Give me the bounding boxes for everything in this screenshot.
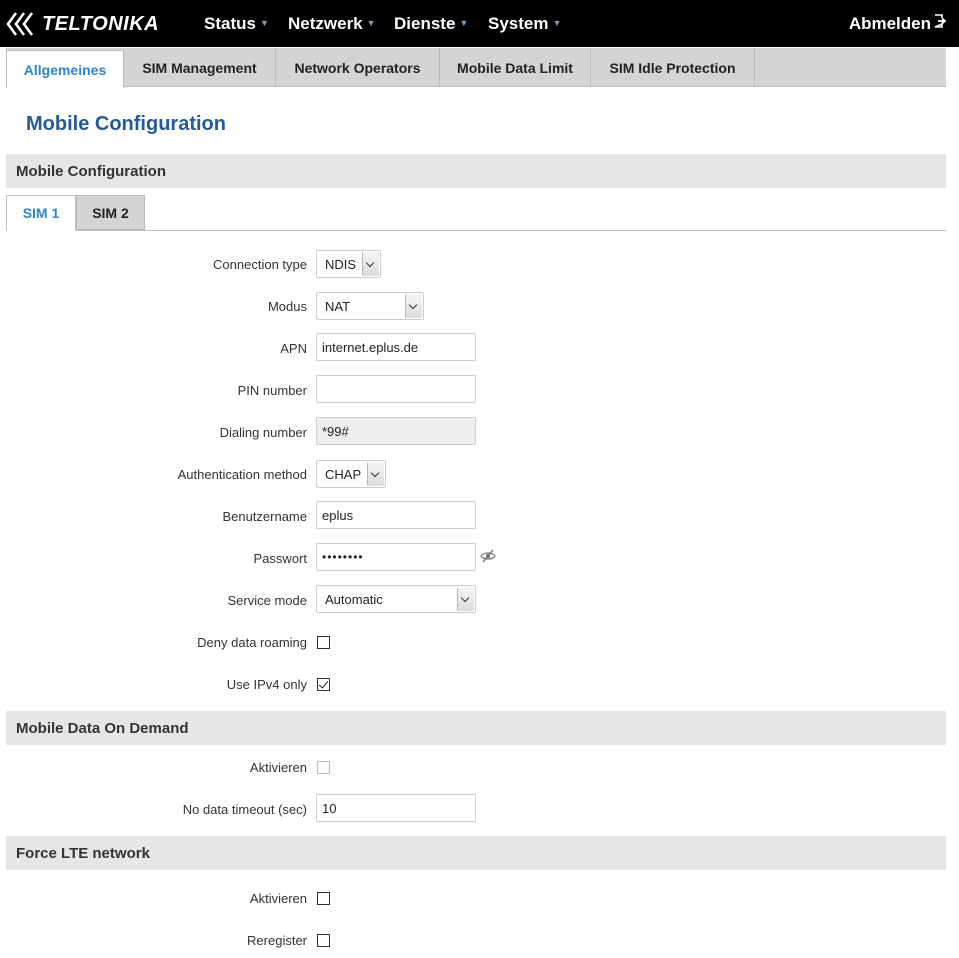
no-data-timeout-label: No data timeout (sec) [182,802,307,817]
auth-method-label: Authentication method [177,467,307,482]
tab-sim1[interactable]: SIM 1 [6,195,76,231]
caret-down-icon: ▼ [552,17,562,28]
sim-tabs: SIM 1 SIM 2 [6,195,946,231]
nav-system-label: System [488,13,549,33]
connection-type-value: NDIS [325,256,357,272]
nav-item-system[interactable]: System ▼ [488,0,561,47]
main-tabs: Allgemeines SIM Management Network Opera… [6,48,946,88]
pin-label: PIN number [237,383,307,398]
force-lte-enable-label: Aktivieren [249,891,307,906]
caret-down-icon: ▼ [459,17,469,28]
no-data-timeout-input[interactable]: 10 [316,794,476,822]
caret-down-icon: ▼ [259,17,269,28]
tab-sim2[interactable]: SIM 2 [76,195,145,230]
password-label: Passwort [253,551,307,566]
ipv4-only-label: Use IPv4 only [226,677,307,692]
nav-item-dienste[interactable]: Dienste ▼ [394,0,468,47]
brand-name: TELTONIKA [42,12,160,35]
logout-label: Abmelden [848,13,931,33]
eye-slash-icon[interactable] [480,548,496,564]
page-title: Mobile Configuration [26,113,226,135]
force-lte-enable-checkbox[interactable] [317,892,330,905]
on-demand-enable-checkbox[interactable] [317,761,330,774]
section-header-data-on-demand: Mobile Data On Demand [6,711,946,745]
section-header-mobile-config: Mobile Configuration [6,154,946,188]
chevron-down-icon [367,462,384,486]
nav-item-status[interactable]: Status ▼ [204,0,269,47]
nav-item-netzwerk[interactable]: Netzwerk ▼ [288,0,376,47]
nav-dienste-label: Dienste [394,13,456,33]
teltonika-logo-icon [6,12,34,36]
service-mode-value: Automatic [325,591,383,607]
tab-allgemeines[interactable]: Allgemeines [6,50,124,88]
pin-input[interactable] [316,375,476,403]
teltonika-logo[interactable]: TELTONIKA [6,9,159,39]
reregister-checkbox[interactable] [317,934,330,947]
auth-method-select[interactable]: CHAP [316,460,386,488]
username-input[interactable]: eplus [316,501,476,529]
reregister-label: Reregister [247,933,307,948]
top-navbar: TELTONIKA Status ▼ Netzwerk ▼ Dienste ▼ … [0,0,959,47]
modus-value: NAT [325,298,351,314]
tab-network-operators[interactable]: Network Operators [276,48,440,87]
deny-roaming-checkbox[interactable] [317,636,330,649]
chevron-down-icon [362,252,379,276]
apn-input[interactable]: internet.eplus.de [316,333,476,361]
password-input[interactable]: •••••••• [316,543,476,571]
deny-roaming-label: Deny data roaming [197,635,307,650]
dialing-number-label: Dialing number [219,425,307,440]
tab-sim-idle-protection[interactable]: SIM Idle Protection [591,48,755,87]
modus-select[interactable]: NAT [316,292,424,320]
modus-label: Modus [267,299,307,314]
nav-status-label: Status [204,13,256,33]
connection-type-select[interactable]: NDIS [316,250,381,278]
on-demand-enable-label: Aktivieren [249,760,307,775]
logout-icon [934,13,947,28]
apn-label: APN [280,341,307,356]
caret-down-icon: ▼ [366,17,376,28]
service-mode-select[interactable]: Automatic [316,585,476,613]
logout-button[interactable]: Abmelden [849,0,947,47]
chevron-down-icon [457,587,474,611]
auth-method-value: CHAP [325,466,362,482]
tab-mobile-data-limit[interactable]: Mobile Data Limit [440,48,591,87]
section-header-force-lte: Force LTE network [6,836,946,870]
connection-type-label: Connection type [213,257,307,272]
ipv4-only-checkbox[interactable] [317,678,330,691]
nav-netzwerk-label: Netzwerk [288,13,363,33]
service-mode-label: Service mode [227,593,307,608]
chevron-down-icon [405,294,422,318]
dialing-number-input[interactable]: *99# [316,417,476,445]
username-label: Benutzername [222,509,307,524]
tab-sim-management[interactable]: SIM Management [124,48,276,87]
